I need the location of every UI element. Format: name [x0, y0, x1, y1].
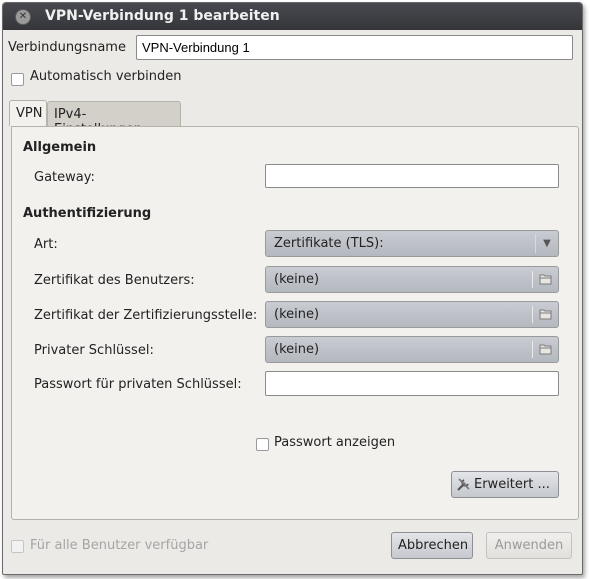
- chooser-separator: [532, 341, 533, 358]
- private-key-chooser[interactable]: (keine): [265, 336, 559, 363]
- folder-icon: [539, 344, 552, 355]
- dialog-window: ✕ VPN-Verbindung 1 bearbeiten Verbindung…: [2, 2, 583, 575]
- ca-cert-chooser[interactable]: (keine): [265, 301, 559, 328]
- folder-icon: [539, 274, 552, 285]
- folder-icon: [539, 309, 552, 320]
- tab-ipv4[interactable]: IPv4-Einstellungen: [47, 101, 181, 137]
- show-password-label: Passwort anzeigen: [274, 435, 396, 450]
- close-icon[interactable]: ✕: [15, 9, 31, 25]
- ca-cert-value: (keine): [274, 307, 320, 322]
- window-title: VPN-Verbindung 1 bearbeiten: [45, 8, 280, 24]
- tools-icon: [457, 478, 470, 491]
- chevron-down-icon: ▼: [535, 234, 558, 253]
- auth-type-value: Zertifikate (TLS):: [274, 236, 384, 251]
- connection-name-input[interactable]: [136, 35, 573, 60]
- auth-heading: Authentifizierung: [23, 206, 152, 221]
- key-password-input[interactable]: [265, 371, 559, 396]
- general-heading: Allgemein: [23, 140, 97, 155]
- type-label: Art:: [34, 237, 58, 252]
- apply-button[interactable]: Anwenden: [486, 532, 572, 559]
- chooser-separator: [532, 306, 533, 323]
- chooser-separator: [532, 271, 533, 288]
- connection-name-label: Verbindungsname: [8, 40, 126, 55]
- advanced-button[interactable]: Erweitert ...: [451, 471, 559, 498]
- private-key-value: (keine): [274, 342, 320, 357]
- autoconnect-label: Automatisch verbinden: [30, 69, 182, 84]
- user-cert-value: (keine): [274, 272, 320, 287]
- all-users-checkbox[interactable]: [11, 540, 24, 553]
- user-cert-chooser[interactable]: (keine): [265, 266, 559, 293]
- auth-type-select[interactable]: Zertifikate (TLS): ▼: [265, 230, 559, 257]
- autoconnect-checkbox[interactable]: [11, 73, 24, 86]
- tab-vpn[interactable]: VPN: [9, 100, 47, 126]
- gateway-input[interactable]: [265, 164, 559, 188]
- gateway-label: Gateway:: [34, 170, 95, 185]
- cancel-button[interactable]: Abbrechen: [391, 532, 473, 559]
- private-key-label: Privater Schlüssel:: [34, 343, 154, 358]
- user-cert-label: Zertifikat des Benutzers:: [34, 273, 195, 288]
- title-bar: ✕ VPN-Verbindung 1 bearbeiten: [3, 3, 582, 30]
- advanced-button-label: Erweitert ...: [474, 477, 550, 492]
- ca-cert-label: Zertifikat der Zertifizierungsstelle:: [34, 308, 258, 323]
- show-password-checkbox[interactable]: [256, 438, 269, 451]
- all-users-label: Für alle Benutzer verfügbar: [30, 538, 209, 553]
- key-password-label: Passwort für privaten Schlüssel:: [34, 377, 242, 392]
